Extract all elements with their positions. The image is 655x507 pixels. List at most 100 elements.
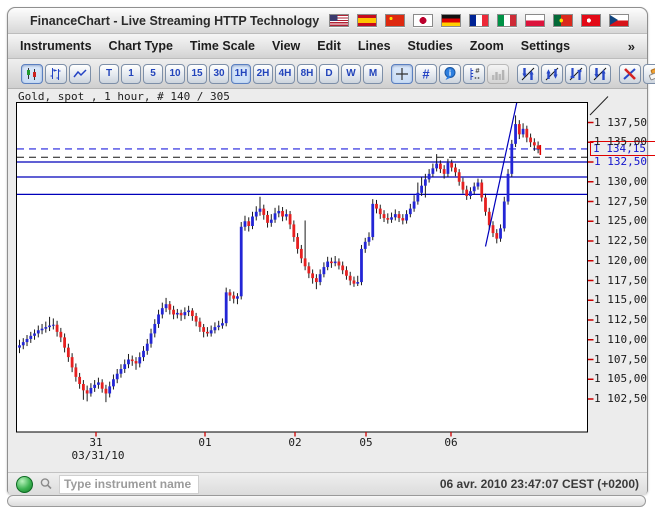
delete-lines-button[interactable] <box>619 64 641 84</box>
connection-status-led-icon[interactable] <box>16 476 33 493</box>
menu-bar: Instruments Chart Type Time Scale View Edit L… <box>8 34 647 59</box>
ohlc-bars-button[interactable] <box>45 64 67 84</box>
flag-it-icon[interactable] <box>497 14 517 27</box>
delete-line-icon <box>622 66 638 82</box>
timescale-15-button[interactable]: 15 <box>187 64 207 84</box>
flag-us-icon[interactable] <box>329 14 349 27</box>
flag-cz-icon[interactable] <box>609 14 629 27</box>
eraser-button[interactable] <box>643 64 655 84</box>
info-bubble-button[interactable]: i <box>439 64 461 84</box>
timescale-d-button[interactable]: D <box>319 64 339 84</box>
crosshair-icon <box>394 66 410 82</box>
flag-jp-icon[interactable] <box>413 14 433 27</box>
grid-button[interactable]: # <box>415 64 437 84</box>
tools-group: # i # <box>391 64 509 84</box>
grid-icon: # <box>418 66 434 82</box>
info-bubble-icon: i <box>442 66 458 82</box>
price-marker-icon: # <box>466 66 482 82</box>
toolbar: T151015301H2H4H8HDWM #i# » <box>8 59 647 89</box>
timescale-10-button[interactable]: 10 <box>165 64 185 84</box>
flag-pt-icon[interactable] <box>553 14 573 27</box>
time-scale-group: T151015301H2H4H8HDWM <box>99 64 383 84</box>
trend-vline-icon <box>592 66 608 82</box>
timescale-1h-button[interactable]: 1H <box>231 64 251 84</box>
timescale-2h-button[interactable]: 2H <box>253 64 273 84</box>
x-axis-label: 31 <box>89 436 102 449</box>
volume-histogram-button <box>487 64 509 84</box>
eraser-icon <box>646 66 655 82</box>
clock-timestamp: 06 avr. 2010 23:47:07 CEST (+0200) <box>440 477 639 491</box>
price-marker-button[interactable]: # <box>463 64 485 84</box>
price-chart-canvas[interactable] <box>16 95 652 451</box>
timescale-m-button[interactable]: M <box>363 64 383 84</box>
flag-es-icon[interactable] <box>357 14 377 27</box>
menu-instruments[interactable]: Instruments <box>20 39 92 53</box>
chart-type-group <box>21 64 91 84</box>
candlestick-chart-button[interactable] <box>21 64 43 84</box>
app-window: FinanceChart - Live Streaming HTTP Techn… <box>7 7 648 494</box>
line-chart-icon <box>72 66 88 82</box>
menu-settings[interactable]: Settings <box>521 39 570 53</box>
y-axis-label: 1 125,00 <box>594 214 647 227</box>
flag-fr-icon[interactable] <box>469 14 489 27</box>
chart-panel: Gold, spot , 1 hour, # 140 / 305 1 134,1… <box>8 89 647 472</box>
x-axis-label: 05 <box>359 436 372 449</box>
y-axis-label: 1 117,50 <box>594 274 647 287</box>
menu-studies[interactable]: Studies <box>408 39 453 53</box>
crosshair-button[interactable] <box>391 64 413 84</box>
y-axis-label: 1 130,00 <box>594 175 647 188</box>
svg-text:#: # <box>475 66 480 75</box>
corner-trendline-fragment[interactable] <box>590 97 608 116</box>
y-axis-label: 1 127,50 <box>594 195 647 208</box>
menu-zoom[interactable]: Zoom <box>470 39 504 53</box>
timescale-w-button[interactable]: W <box>341 64 361 84</box>
menu-view[interactable]: View <box>272 39 300 53</box>
status-bar: 06 avr. 2010 23:47:07 CEST (+0200) <box>8 472 647 495</box>
x-axis-label: 01 <box>198 436 211 449</box>
bottom-strip <box>7 495 646 507</box>
timescale-4h-button[interactable]: 4H <box>275 64 295 84</box>
y-axis-label: 1 112,50 <box>594 313 647 326</box>
line-chart-button[interactable] <box>69 64 91 84</box>
timescale-30-button[interactable]: 30 <box>209 64 229 84</box>
trend-ray-button[interactable] <box>541 64 563 84</box>
timescale-1-button[interactable]: 1 <box>121 64 141 84</box>
volume-histogram-icon <box>490 66 506 82</box>
x-axis-label: 06 <box>444 436 457 449</box>
title-bar[interactable]: FinanceChart - Live Streaming HTTP Techn… <box>8 8 647 34</box>
menu-edit[interactable]: Edit <box>317 39 341 53</box>
language-flags <box>329 14 629 27</box>
y-axis-label: 1 105,00 <box>594 372 647 385</box>
y-axis-label: 1 115,00 <box>594 293 647 306</box>
x-axis-date-label: 03/31/10 <box>72 449 125 462</box>
candlestick-chart-icon <box>24 66 40 82</box>
instrument-search-input[interactable] <box>59 475 199 494</box>
trend-hline-icon <box>568 66 584 82</box>
trend-ray-icon <box>544 66 560 82</box>
y-axis-label: 1 102,50 <box>594 392 647 405</box>
timescale-5-button[interactable]: 5 <box>143 64 163 84</box>
menu-overflow-chevron[interactable]: » <box>628 39 635 54</box>
trend-segment-button[interactable] <box>517 64 539 84</box>
flag-pl-icon[interactable] <box>525 14 545 27</box>
menu-lines[interactable]: Lines <box>358 39 391 53</box>
trend-segment-icon <box>520 66 536 82</box>
flag-de-icon[interactable] <box>441 14 461 27</box>
window-title: FinanceChart - Live Streaming HTTP Techn… <box>30 14 319 28</box>
menu-items: Instruments Chart Type Time Scale View Edit L… <box>20 39 570 53</box>
timescale-t-button[interactable]: T <box>99 64 119 84</box>
flag-cn-icon[interactable] <box>385 14 405 27</box>
edit-tools-group <box>619 64 655 84</box>
timescale-8h-button[interactable]: 8H <box>297 64 317 84</box>
y-axis-label: 1 110,00 <box>594 333 647 346</box>
flag-tr-icon[interactable] <box>581 14 601 27</box>
ohlc-bars-icon <box>48 66 64 82</box>
y-axis-label: 1 137,50 <box>594 116 647 129</box>
trend-hline-button[interactable] <box>565 64 587 84</box>
search-icon <box>38 476 54 492</box>
y-axis-label: 1 132,50 <box>594 155 647 168</box>
trend-vline-button[interactable] <box>589 64 611 84</box>
menu-chart-type[interactable]: Chart Type <box>109 39 173 53</box>
menu-time-scale[interactable]: Time Scale <box>190 39 255 53</box>
y-axis-label: 1 120,00 <box>594 254 647 267</box>
